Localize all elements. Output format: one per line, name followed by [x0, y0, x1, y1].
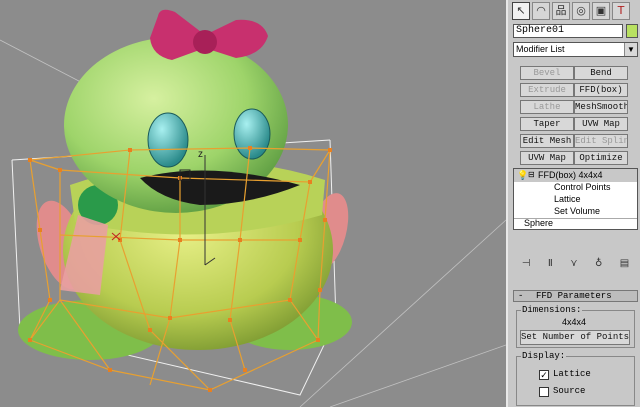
scene-render: z — [0, 9, 506, 407]
modifier-button-uvw-map[interactable]: UVW Map — [520, 151, 574, 165]
utilities-icon[interactable]: T — [612, 2, 630, 20]
configure-sets-icon[interactable]: ▤ — [620, 258, 629, 269]
modifier-list-dropdown[interactable]: Modifier List ▼ — [513, 42, 638, 57]
object-color-swatch[interactable] — [626, 24, 638, 38]
modify-icon[interactable]: ◠ — [532, 2, 550, 20]
hierarchy-icon[interactable]: 品 — [552, 2, 570, 20]
ffd-parameters-rollout-header[interactable]: - FFD Parameters — [513, 290, 638, 302]
object-name-field[interactable]: Sphere01 — [513, 24, 623, 38]
source-checkbox-label: Source — [553, 386, 586, 396]
dimensions-group: Dimensions: 4x4x4 Set Number of Points — [516, 305, 635, 348]
modifier-button-taper[interactable]: Taper — [520, 117, 574, 131]
lightbulb-icon[interactable]: 💡 — [517, 170, 528, 181]
stack-subitem-control-points[interactable]: Control Points — [554, 182, 611, 192]
z-axis-label: z — [198, 149, 203, 160]
rollout-title: FFD Parameters — [536, 291, 612, 301]
create-icon[interactable]: ↖ — [512, 2, 530, 20]
chevron-down-icon: ▼ — [624, 43, 637, 56]
display-icon[interactable]: ▣ — [592, 2, 610, 20]
dimensions-label: Dimensions: — [521, 305, 583, 315]
lattice-checkbox-label: Lattice — [553, 369, 591, 379]
collapse-icon[interactable]: ⊟ — [528, 170, 535, 179]
stack-item-ffd[interactable]: FFD(box) 4x4x4 — [538, 170, 603, 180]
display-label: Display: — [521, 351, 567, 361]
command-panel-tabs: ↖ ◠ 品 ◎ ▣ T — [512, 2, 630, 22]
stack-toolbar: ⊣ Ⅱ ⋎ ♁ ▤ — [513, 254, 638, 272]
right-eye — [233, 108, 271, 160]
dimensions-value: 4x4x4 — [562, 317, 587, 327]
rollout-collapse-icon: - — [518, 291, 524, 301]
modifier-button-ffd-box[interactable]: FFD(box) — [574, 83, 628, 97]
modifier-button-uvw-map[interactable]: UVW Map — [574, 117, 628, 131]
modifier-list-label: Modifier List — [516, 44, 565, 54]
stack-item-sphere[interactable]: Sphere — [524, 218, 553, 228]
pin-stack-icon[interactable]: ⊣ — [522, 258, 531, 269]
stack-subitem-set-volume[interactable]: Set Volume — [554, 206, 600, 216]
modifier-button-optimize[interactable]: Optimize — [574, 151, 628, 165]
command-panel: ↖ ◠ 品 ◎ ▣ T Sphere01 Modifier List ▼ 💡 ⊟ FFD(… — [506, 0, 640, 407]
remove-modifier-icon[interactable]: ♁ — [595, 258, 602, 269]
modifier-button-meshsmooth[interactable]: MeshSmooth — [574, 100, 628, 114]
set-number-of-points-button[interactable]: Set Number of Points — [520, 330, 630, 345]
lattice-checkbox[interactable]: ✓ — [539, 370, 549, 380]
stack-subitem-lattice[interactable]: Lattice — [554, 194, 581, 204]
source-checkbox[interactable] — [539, 387, 549, 397]
display-group: Display: ✓ Lattice Source — [516, 351, 635, 406]
modifier-stack[interactable]: 💡 ⊟ FFD(box) 4x4x4 Control Points Lattic… — [513, 168, 638, 230]
left-eye — [147, 112, 189, 168]
modifier-button-bend[interactable]: Bend — [574, 66, 628, 80]
modifier-button-lathe[interactable]: Lathe — [520, 100, 574, 114]
show-end-result-icon[interactable]: Ⅱ — [548, 258, 553, 269]
perspective-viewport[interactable]: z — [0, 0, 506, 407]
modifier-button-extrude[interactable]: Extrude — [520, 83, 574, 97]
modifier-button-edit-mesh[interactable]: Edit Mesh — [520, 134, 574, 148]
make-unique-icon[interactable]: ⋎ — [570, 258, 577, 269]
modifier-button-bevel[interactable]: Bevel — [520, 66, 574, 80]
modifier-button-edit-spline[interactable]: Edit Spline — [574, 134, 628, 148]
motion-icon[interactable]: ◎ — [572, 2, 590, 20]
